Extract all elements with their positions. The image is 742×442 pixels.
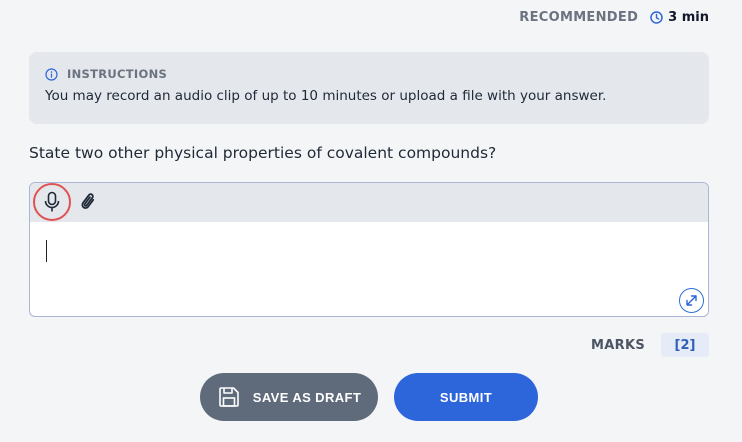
microphone-icon: [43, 191, 61, 213]
recommended-time-value: 3 min: [668, 10, 709, 25]
instructions-header: INSTRUCTIONS: [45, 67, 693, 81]
paperclip-icon: [78, 191, 100, 213]
marks-label: MARKS: [591, 337, 645, 353]
instructions-text: You may record an audio clip of up to 10…: [45, 88, 607, 104]
info-icon: [45, 67, 58, 81]
text-caret: [46, 240, 47, 262]
attach-file-button[interactable]: [71, 184, 107, 220]
save-as-draft-button[interactable]: SAVE AS DRAFT: [200, 373, 378, 421]
question-text: State two other physical properties of c…: [29, 144, 497, 162]
recommended-label: RECOMMENDED: [519, 10, 639, 25]
answer-editor[interactable]: [29, 182, 709, 317]
record-audio-button[interactable]: [33, 183, 71, 221]
save-as-draft-label: SAVE AS DRAFT: [252, 389, 362, 405]
instructions-heading: INSTRUCTIONS: [67, 67, 168, 81]
answer-text-area[interactable]: [30, 222, 708, 316]
save-icon: [217, 385, 241, 409]
instructions-panel: INSTRUCTIONS You may record an audio cli…: [29, 52, 709, 124]
clock-icon: [650, 11, 663, 24]
recommended-time: RECOMMENDED 3 min: [519, 10, 709, 25]
marks-value: [2]: [661, 333, 709, 357]
expand-editor-button[interactable]: [679, 288, 704, 313]
marks-indicator: MARKS [2]: [591, 333, 709, 357]
editor-toolbar: [30, 183, 708, 222]
expand-icon: [685, 294, 698, 307]
submit-label: SUBMIT: [439, 389, 493, 405]
submit-button[interactable]: SUBMIT: [394, 373, 538, 421]
